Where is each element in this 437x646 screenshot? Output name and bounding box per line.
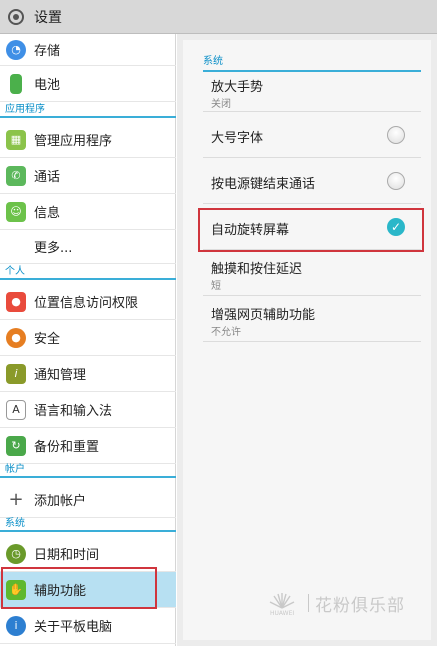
sidebar-item-storage[interactable]: ◔ 存储 [0,34,176,66]
sidebar-item-more[interactable]: 更多... [0,230,176,264]
detail-panel: 系统 放大手势 关闭 大号字体 按电源键结束通话 自动旋转屏幕 ✓ 触摸和按住延… [177,34,437,646]
sidebar-item-label: 电池 [34,78,61,93]
section-header-accounts: 帐户 [0,464,176,478]
setting-title: 按电源键结束通话 [211,177,316,192]
message-icon: ☺ [6,201,26,222]
setting-touch-hold-delay[interactable]: 触摸和按住延迟 短 [203,250,421,296]
plus-icon: + [8,489,24,510]
phone-icon: ✆ [6,165,26,186]
sidebar-item-language[interactable]: A 语言和输入法 [0,392,176,428]
sidebar-item-battery[interactable]: 电池 [0,66,176,102]
setting-title: 大号字体 [211,131,264,146]
settings-icon [8,8,24,25]
sidebar-item-label: 更多... [34,241,73,256]
setting-magnification-gestures[interactable]: 放大手势 关闭 [203,68,421,112]
setting-power-ends-call[interactable]: 按电源键结束通话 [203,158,421,204]
sidebar-item-add-account[interactable]: + 添加帐户 [0,482,176,518]
sidebar-item-security[interactable]: ● 安全 [0,320,176,356]
sidebar-item-calls[interactable]: ✆ 通话 [0,158,176,194]
highlight-box-auto-rotate [198,208,424,252]
sidebar-item-label: 通话 [34,170,61,185]
highlight-box-accessibility [1,567,157,609]
sidebar-item-location[interactable]: ● 位置信息访问权限 [0,284,176,320]
sidebar-item-label: 关于平板电脑 [34,620,113,635]
battery-icon [10,73,22,94]
sidebar-item-about[interactable]: i 关于平板电脑 [0,608,176,644]
huawei-logo-icon: HUAWEI [262,590,302,617]
setting-title: 增强网页辅助功能 [211,308,316,323]
detail-card: 系统 放大手势 关闭 大号字体 按电源键结束通话 自动旋转屏幕 ✓ 触摸和按住延… [183,40,431,640]
section-header-apps: 应用程序 [0,104,176,118]
notification-icon: i [6,363,26,384]
section-header-system: 系统 [0,518,176,532]
backup-icon: ↻ [6,435,26,456]
setting-subtitle: 不允许 [211,327,241,338]
setting-subtitle: 关闭 [211,99,231,110]
sidebar-item-label: 存储 [34,44,61,59]
setting-subtitle: 短 [211,281,221,292]
page-title: 设置 [34,9,62,26]
sidebar-item-label: 日期和时间 [34,548,100,563]
sidebar-item-label: 语言和输入法 [34,404,113,419]
sidebar-item-label: 添加帐户 [34,494,87,509]
apps-grid-icon: ▦ [6,129,26,150]
watermark-separator [308,594,309,612]
sidebar-item-messages[interactable]: ☺ 信息 [0,194,176,230]
sidebar-item-manage-apps[interactable]: ▦ 管理应用程序 [0,122,176,158]
watermark: HUAWEI 花粉俱乐部 [262,588,422,618]
clock-icon: ◷ [6,543,26,564]
sidebar-item-backup[interactable]: ↻ 备份和重置 [0,428,176,464]
setting-title: 放大手势 [211,80,264,95]
sidebar: ◔ 存储 电池 应用程序 ▦ 管理应用程序 ✆ 通话 ☺ 信息 更多... 个人… [0,34,176,646]
sidebar-item-label: 信息 [34,206,61,221]
radio-unchecked-icon[interactable] [387,172,405,190]
lock-icon: ● [6,327,26,348]
radio-unchecked-icon[interactable] [387,126,405,144]
sidebar-item-label: 管理应用程序 [34,134,113,149]
sidebar-item-label: 安全 [34,332,61,347]
sidebar-item-label: 通知管理 [34,368,87,383]
setting-title: 触摸和按住延迟 [211,262,303,277]
sidebar-item-label: 位置信息访问权限 [34,296,139,311]
storage-pie-icon: ◔ [6,39,26,60]
info-icon: i [6,615,26,636]
setting-enhance-web-accessibility[interactable]: 增强网页辅助功能 不允许 [203,296,421,342]
watermark-brand: HUAWEI [270,610,295,617]
keyboard-icon: A [6,399,26,420]
sidebar-item-notifications[interactable]: i 通知管理 [0,356,176,392]
setting-large-text[interactable]: 大号字体 [203,112,421,158]
section-header-personal: 个人 [0,266,176,280]
watermark-text: 花粉俱乐部 [315,595,405,616]
location-icon: ● [6,291,26,312]
title-bar: 设置 [0,0,437,34]
sidebar-item-label: 备份和重置 [34,440,100,455]
